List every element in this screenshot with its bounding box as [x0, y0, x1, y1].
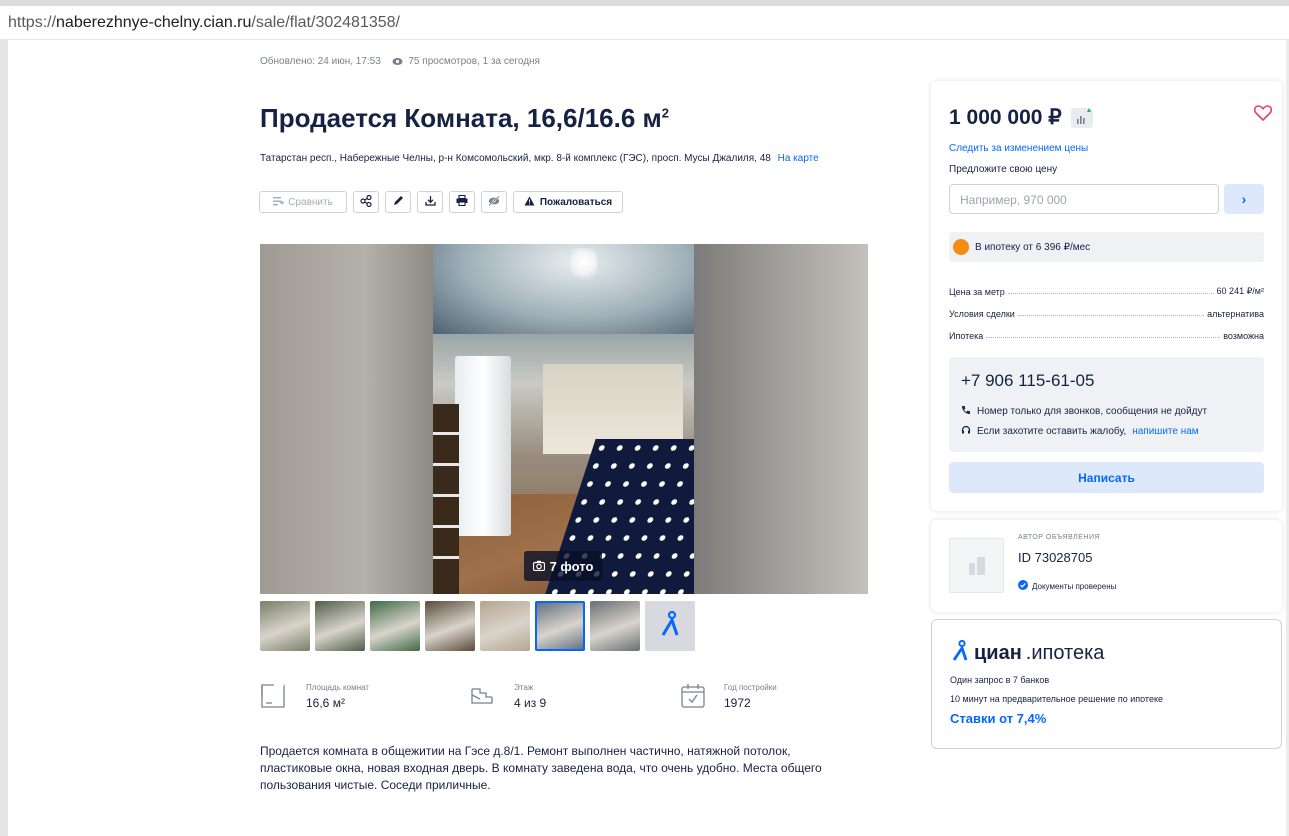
favorite-heart-icon[interactable]	[1253, 105, 1273, 126]
phone-note: Номер только для звонков, сообщения не д…	[961, 405, 1207, 418]
fact-label: Этаж	[514, 683, 534, 692]
fact-area: Площадь комнат 16,6 м²	[260, 683, 460, 719]
building-icon	[968, 557, 985, 580]
edit-icon	[393, 195, 404, 209]
page-title: Продается Комната, 16,6/16.6 м2	[260, 103, 670, 133]
phone-icon	[961, 405, 971, 418]
phone-number[interactable]: +7 906 115-61-05	[961, 371, 1094, 391]
browser-address-bar[interactable]: https://naberezhnye-chelny.cian.ru/sale/…	[0, 0, 1289, 40]
area-icon	[260, 683, 286, 714]
mortgage-banner[interactable]: В ипотеку от 6 396 ₽/мес	[949, 232, 1264, 262]
headset-icon	[961, 425, 971, 438]
write-message-button[interactable]: Написать	[949, 462, 1264, 493]
rates-link[interactable]: Ставки от 7,4%	[950, 711, 1046, 726]
share-button[interactable]	[353, 191, 379, 213]
map-thumbnail[interactable]	[645, 601, 695, 651]
fact-value: 16,6 м²	[306, 696, 345, 710]
edit-button[interactable]	[385, 191, 411, 213]
author-avatar	[949, 538, 1004, 593]
fact-label: Площадь комнат	[306, 683, 369, 692]
download-button[interactable]	[417, 191, 443, 213]
download-icon	[424, 195, 436, 209]
views-count: 75 просмотров, 1 за сегодня	[408, 56, 540, 67]
photo-thumbnail[interactable]	[535, 601, 585, 651]
address-text: Татарстан респ., Набережные Челны, р-н К…	[260, 153, 771, 164]
compare-button[interactable]: Сравнить	[259, 191, 347, 213]
complaint-link[interactable]: напишите нам	[1132, 426, 1198, 437]
left-edge	[0, 40, 8, 836]
url-text[interactable]: https://naberezhnye-chelny.cian.ru/sale/…	[8, 14, 400, 32]
listing-meta: Обновлено: 24 июн, 17:53 75 просмотров, …	[260, 56, 540, 69]
price-chart-icon	[1071, 108, 1093, 132]
cian-brand-suffix: .ипотека	[1025, 642, 1105, 664]
calendar-icon	[680, 683, 706, 714]
photo-thumbnail[interactable]	[260, 601, 310, 651]
compare-label: Сравнить	[288, 196, 333, 208]
fact-value: 1972	[724, 696, 751, 710]
eye-icon	[392, 57, 403, 69]
price-history-button[interactable]	[1071, 108, 1093, 128]
verified-badge-icon	[1018, 580, 1028, 592]
author-card: АВТОР ОБЪЯВЛЕНИЯ ID 73028705 Документы п…	[931, 520, 1282, 612]
promo-line-2: 10 минут на предварительное решение по и…	[950, 694, 1163, 704]
compare-icon	[273, 196, 285, 209]
cian-mortgage-promo[interactable]: циан .ипотека Один запрос в 7 банков 10 м…	[931, 619, 1282, 749]
room-photo	[433, 244, 694, 594]
fact-year: Год постройки 1972	[680, 683, 870, 719]
property-facts: Площадь комнат 16,6 м² Этаж 4 из 9 Год п…	[260, 683, 870, 719]
listing-toolbar: Сравнить Пожаловаться	[259, 191, 623, 213]
photo-thumbnail[interactable]	[480, 601, 530, 651]
listing-description: Продается комната в общежитии на Гэсе д.…	[260, 744, 822, 792]
complaint-note: Если захотите оставить жалобу, напишите н…	[961, 425, 1199, 438]
photo-thumbnails	[260, 601, 695, 651]
promo-line-1: Один запрос в 7 банков	[950, 675, 1050, 685]
address: Татарстан респ., Набережные Челны, р-н К…	[260, 153, 819, 164]
fact-value: 4 из 9	[514, 696, 547, 710]
fact-label: Год постройки	[724, 683, 777, 692]
report-button[interactable]: Пожаловаться	[513, 191, 623, 213]
photo-blur-right	[694, 244, 868, 594]
offer-price-input[interactable]: Например, 970 000	[949, 184, 1219, 214]
mortgage-text: В ипотеку от 6 396 ₽/мес	[975, 241, 1091, 253]
documents-verified: Документы проверены	[1018, 580, 1116, 592]
chevron-right-icon: ›	[1241, 191, 1247, 207]
follow-price-link[interactable]: Следить за изменением цены	[949, 143, 1088, 154]
warning-icon	[524, 196, 535, 209]
cian-logo-icon	[952, 639, 970, 667]
main-photo[interactable]: 7 фото	[260, 244, 868, 594]
share-icon	[360, 194, 372, 210]
updated-date: Обновлено: 24 июн, 17:53	[260, 56, 381, 67]
stairs-icon	[470, 683, 496, 714]
hide-button[interactable]	[481, 191, 507, 213]
print-button[interactable]	[449, 191, 475, 213]
photo-thumbnail[interactable]	[425, 601, 475, 651]
hide-icon	[488, 195, 500, 209]
photo-thumbnail[interactable]	[315, 601, 365, 651]
photo-count-button[interactable]: 7 фото	[524, 551, 602, 581]
photo-count-label: 7 фото	[549, 558, 594, 574]
photo-thumbnail[interactable]	[370, 601, 420, 651]
price: 1 000 000 ₽	[949, 106, 1062, 129]
report-label: Пожаловаться	[539, 196, 613, 208]
photo-blur-left	[260, 244, 433, 594]
price-card: 1 000 000 ₽ Следить за изменением цены П…	[931, 81, 1282, 511]
detail-row: Ипотека возможна	[949, 331, 1264, 341]
print-icon	[456, 194, 468, 209]
author-label: АВТОР ОБЪЯВЛЕНИЯ	[1018, 534, 1101, 541]
offer-submit-button[interactable]: ›	[1224, 184, 1264, 214]
map-link[interactable]: На карте	[778, 153, 819, 164]
cian-pin-icon	[660, 610, 680, 642]
detail-row: Цена за метр 60 241 ₽/м²	[949, 286, 1264, 297]
author-id: ID 73028705	[1018, 550, 1093, 565]
phone-box: +7 906 115-61-05 Номер только для звонко…	[949, 357, 1264, 452]
offer-label: Предложите свою цену	[949, 164, 1058, 175]
cian-mortgage-logo: циан .ипотека	[952, 639, 1105, 667]
mortgage-icon	[953, 239, 969, 255]
detail-row: Условия сделки альтернатива	[949, 309, 1264, 319]
photo-thumbnail[interactable]	[590, 601, 640, 651]
fact-floor: Этаж 4 из 9	[470, 683, 670, 719]
cian-brand: циан	[974, 642, 1022, 664]
camera-icon	[532, 559, 545, 574]
